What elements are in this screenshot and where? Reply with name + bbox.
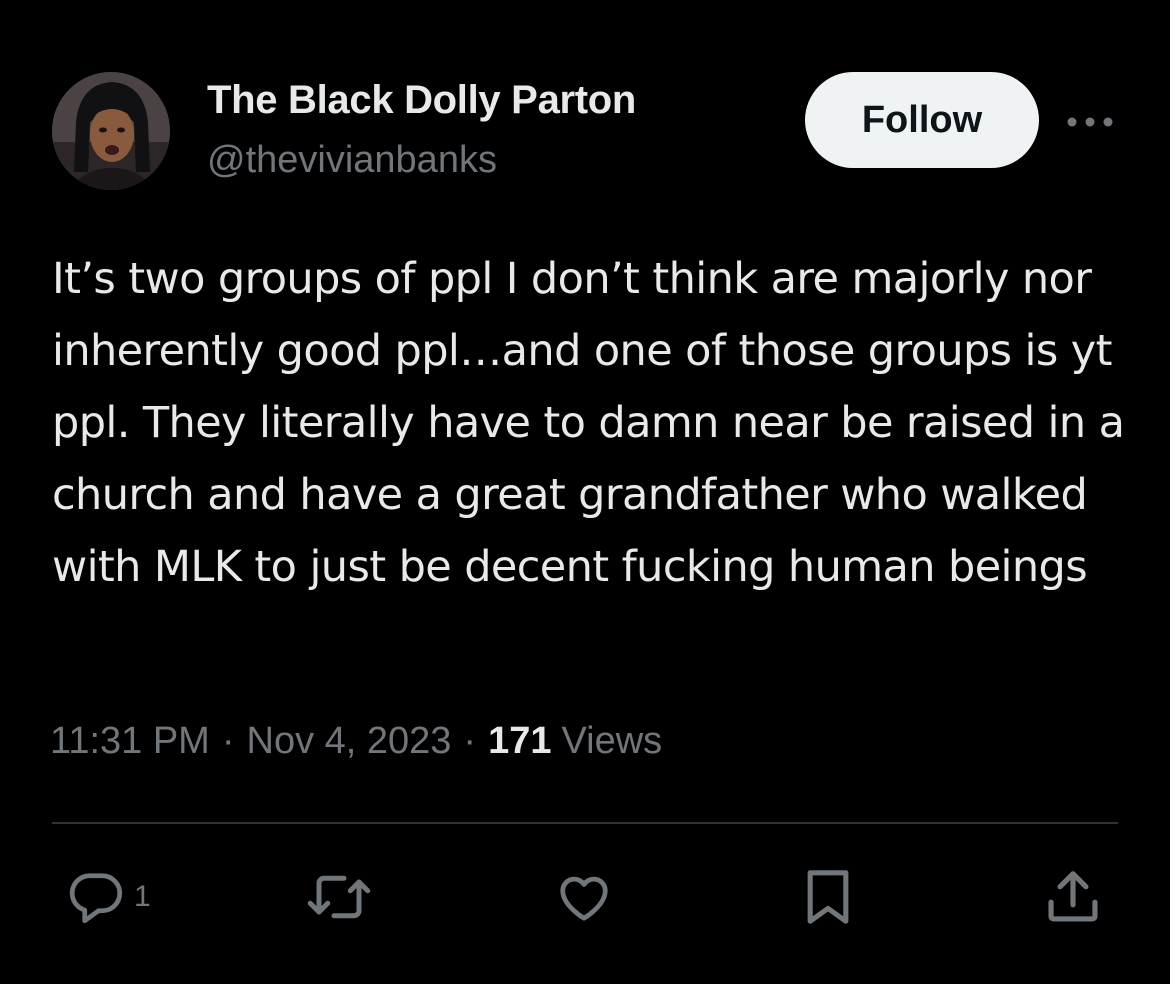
share-button[interactable] bbox=[1042, 862, 1104, 932]
tweet-meta: 11:31 PM · Nov 4, 2023 · 171 Views bbox=[50, 720, 662, 763]
tweet-date[interactable]: Nov 4, 2023 bbox=[247, 720, 452, 763]
profile-photo-icon bbox=[52, 72, 170, 190]
author-name[interactable]: The Black Dolly Parton bbox=[207, 78, 636, 123]
follow-button[interactable]: Follow bbox=[805, 72, 1039, 168]
retweet-icon bbox=[307, 875, 371, 919]
views-label: Views bbox=[561, 720, 663, 762]
reply-button[interactable]: 1 bbox=[66, 862, 151, 932]
tweet-text: It’s two groups of ppl I don’t think are… bbox=[52, 254, 1125, 592]
author-handle[interactable]: @thevivianbanks bbox=[207, 139, 497, 182]
views-count: 171 bbox=[488, 720, 552, 762]
divider bbox=[52, 822, 1118, 824]
retweet-button[interactable] bbox=[303, 862, 375, 932]
reply-icon bbox=[69, 873, 123, 924]
meta-separator: · bbox=[221, 720, 235, 762]
more-options-button[interactable] bbox=[1062, 100, 1118, 144]
share-icon bbox=[1048, 871, 1098, 922]
heart-icon bbox=[560, 876, 608, 921]
meta-separator: · bbox=[463, 720, 477, 762]
tweet-card: The Black Dolly Parton @thevivianbanks F… bbox=[0, 0, 1170, 984]
author-avatar[interactable] bbox=[52, 72, 170, 190]
tweet-time[interactable]: 11:31 PM bbox=[50, 720, 210, 763]
reply-count: 1 bbox=[134, 880, 151, 913]
like-button[interactable] bbox=[554, 862, 614, 932]
bookmark-icon bbox=[807, 870, 849, 924]
bookmark-button[interactable] bbox=[800, 862, 856, 932]
more-horizontal-icon bbox=[1067, 117, 1113, 127]
